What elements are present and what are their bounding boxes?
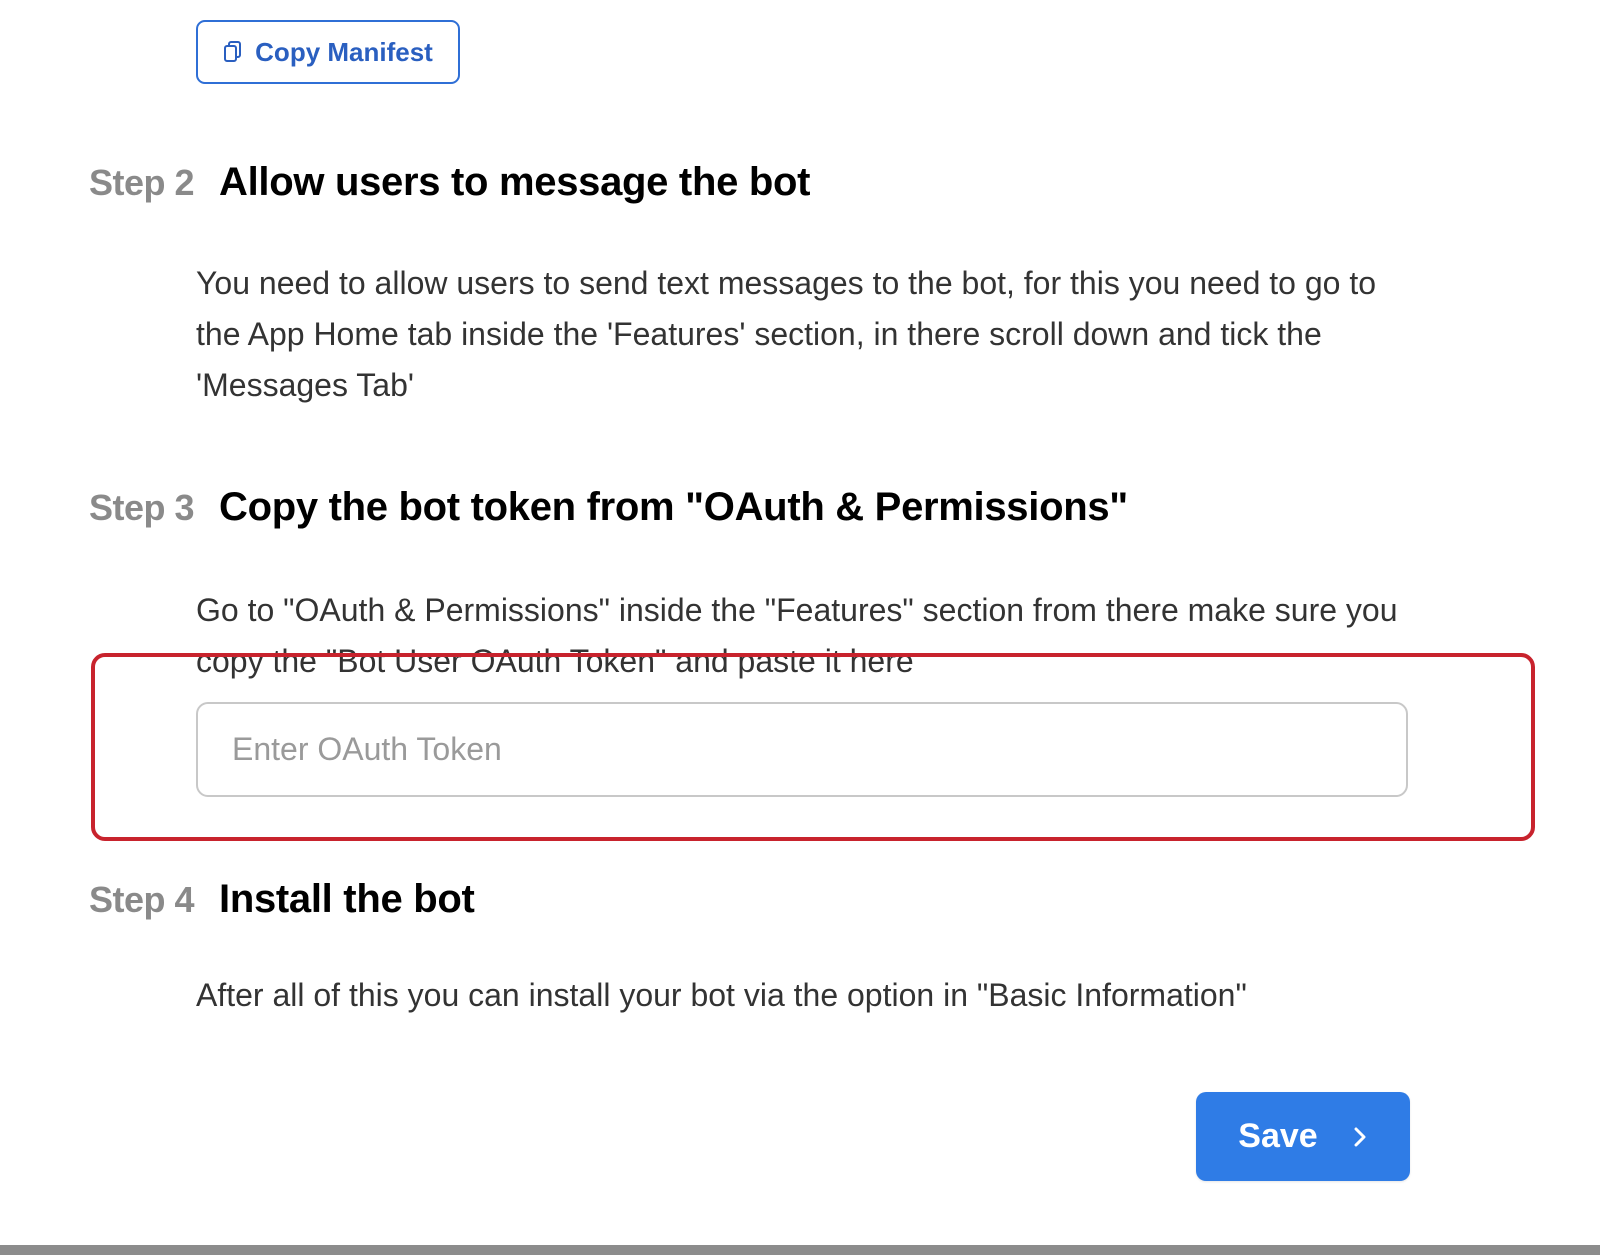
copy-manifest-button[interactable]: Copy Manifest — [196, 20, 460, 84]
save-button[interactable]: Save — [1196, 1092, 1410, 1181]
step-2-description: You need to allow users to send text mes… — [196, 265, 1377, 403]
step-2-heading: Step 2 Allow users to message the bot — [89, 160, 810, 205]
clipboard-icon — [223, 40, 243, 64]
save-label: Save — [1238, 1117, 1318, 1155]
step-3-heading: Step 3 Copy the bot token from "OAuth & … — [89, 485, 1128, 530]
step-3-label: Step 3 — [89, 487, 195, 528]
step-2-title: Allow users to message the bot — [219, 160, 811, 204]
step-4-description: After all of this you can install your b… — [196, 977, 1247, 1013]
bottom-border — [0, 1245, 1600, 1255]
step-4-label: Step 4 — [89, 879, 195, 920]
step-3-title: Copy the bot token from "OAuth & Permiss… — [219, 485, 1128, 529]
step-3-description: Go to "OAuth & Permissions" inside the "… — [196, 592, 1398, 679]
step-2-label: Step 2 — [89, 162, 195, 203]
oauth-token-input[interactable] — [196, 702, 1408, 797]
chevron-right-icon — [1352, 1125, 1368, 1149]
step-4-heading: Step 4 Install the bot — [89, 877, 475, 922]
step-4-title: Install the bot — [219, 877, 475, 921]
copy-manifest-label: Copy Manifest — [255, 36, 433, 67]
